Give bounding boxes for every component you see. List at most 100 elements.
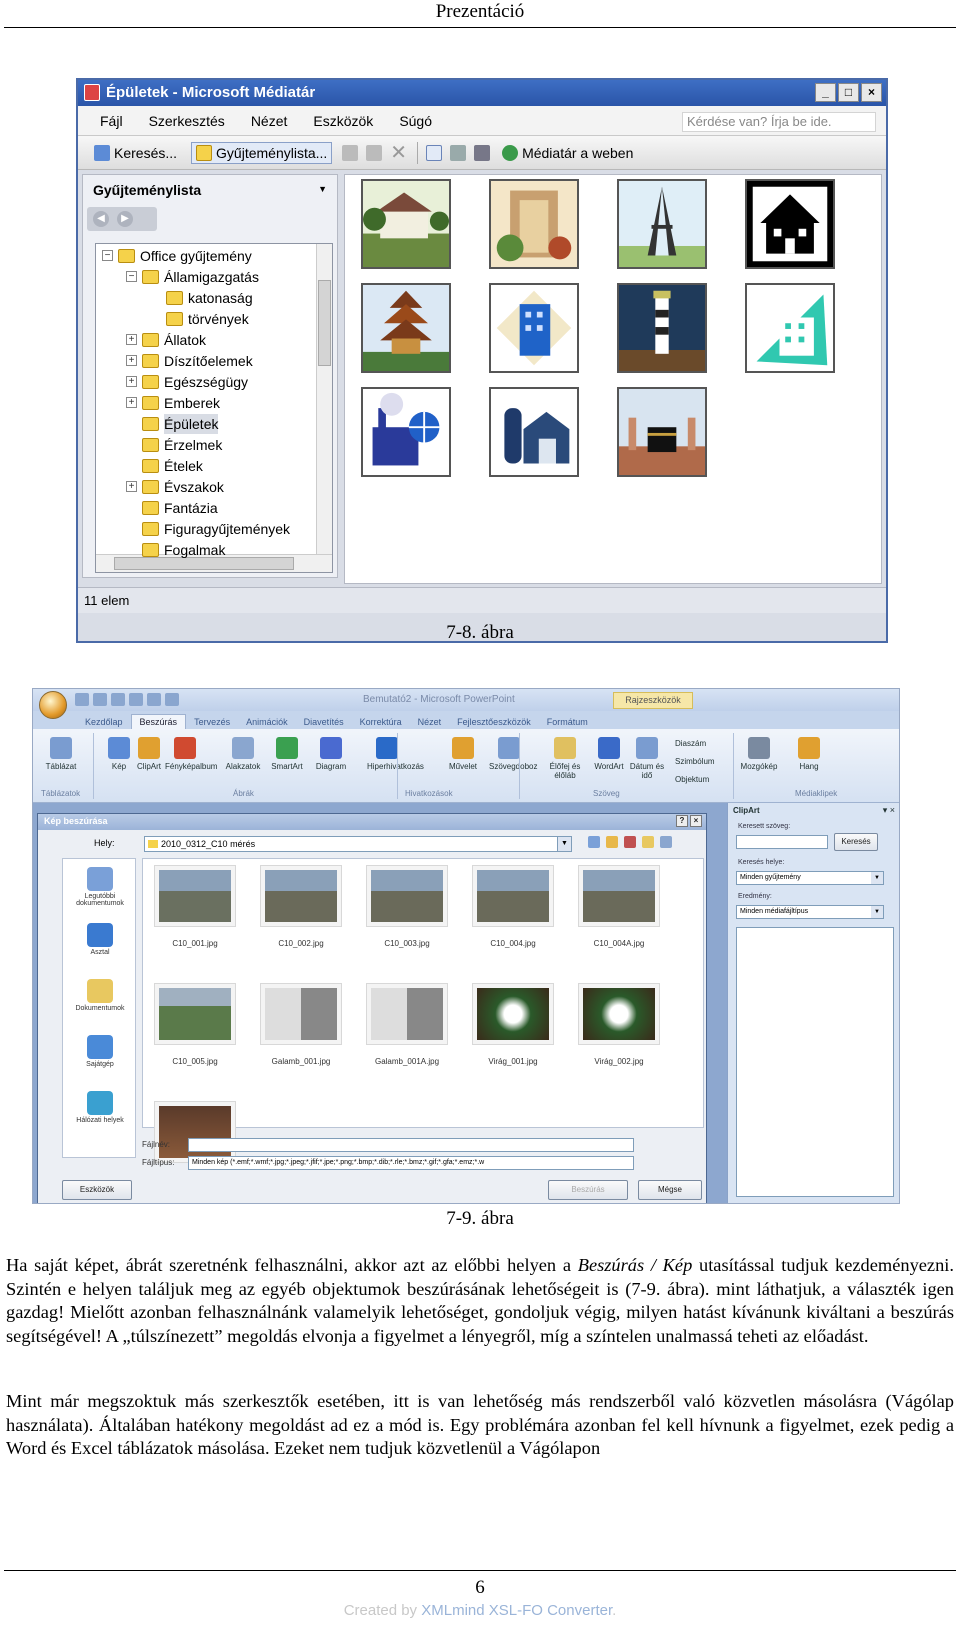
tree-expander[interactable]: + xyxy=(126,481,137,492)
insert-button[interactable]: Beszúrás xyxy=(548,1180,628,1200)
file-item[interactable]: C10_003.jpg xyxy=(359,865,455,948)
tree-expander[interactable]: + xyxy=(126,397,137,408)
factory-globe-clipart[interactable] xyxy=(361,387,451,477)
ribbon-tab[interactable]: Kezdőlap xyxy=(77,715,131,729)
tree-item[interactable]: Díszítőelemek xyxy=(142,351,253,371)
help-search-box[interactable]: Kérdése van? Írja be ide. xyxy=(682,112,876,132)
barn-silo-clipart[interactable] xyxy=(489,387,579,477)
ribbon-button[interactable]: Diagram xyxy=(311,737,351,771)
forward-icon[interactable]: ▶ xyxy=(117,211,133,227)
ribbon-button[interactable]: Élőfej és élőláb xyxy=(543,737,587,780)
ribbon-tab[interactable]: Diavetítés xyxy=(296,715,352,729)
open-icon[interactable] xyxy=(147,693,161,706)
ribbon-button[interactable]: Hiperhivatkozás xyxy=(367,737,424,771)
delete-icon[interactable] xyxy=(624,836,636,848)
teal-building-clipart[interactable] xyxy=(745,283,835,373)
location-select[interactable]: 2010_0312_C10 mérés ▼ xyxy=(144,836,572,852)
ribbon-tab[interactable]: Formátum xyxy=(539,715,596,729)
filetype-select[interactable]: Minden kép (*.emf;*.wmf;*.jpg;*.jpeg;*.j… xyxy=(188,1156,634,1170)
tree-item[interactable]: Fogalmak xyxy=(142,540,225,560)
office-button[interactable] xyxy=(39,691,67,719)
ribbon-button[interactable]: Fényképalbum xyxy=(165,737,217,771)
pagoda-clipart[interactable] xyxy=(361,283,451,373)
place-shortcut[interactable]: Dokumentumok xyxy=(63,979,137,1012)
tree-expander[interactable]: + xyxy=(126,334,137,345)
ribbon-button[interactable]: SmartArt xyxy=(267,737,307,771)
menu-file[interactable]: Fájl xyxy=(100,113,123,129)
file-item[interactable]: C10_005.jpg xyxy=(147,983,243,1066)
ribbon-button[interactable]: Hang xyxy=(789,737,829,771)
ribbon-tab[interactable]: Fejlesztőeszközök xyxy=(449,715,539,729)
place-shortcut[interactable]: Hálózati helyek xyxy=(63,1091,137,1124)
new-icon[interactable] xyxy=(165,693,179,706)
tree-item[interactable]: Office gyűjtemény xyxy=(118,246,252,266)
ribbon-button[interactable]: Szövegdoboz xyxy=(489,737,537,771)
close-button[interactable]: × xyxy=(690,815,702,827)
tree-item[interactable]: Épületek xyxy=(142,414,219,434)
ribbon-button[interactable]: Dátum és idő xyxy=(627,737,667,780)
file-item[interactable]: C10_004.jpg xyxy=(465,865,561,948)
close-icon[interactable]: ▾ × xyxy=(883,805,895,816)
tree-item[interactable]: törvények xyxy=(166,309,249,329)
house-silhouette-clipart[interactable] xyxy=(745,179,835,269)
house-clipart[interactable] xyxy=(361,179,451,269)
filename-input[interactable] xyxy=(188,1138,634,1152)
up-folder-icon[interactable] xyxy=(606,836,618,848)
file-item[interactable]: C10_002.jpg xyxy=(253,865,349,948)
undo-icon[interactable] xyxy=(93,693,107,706)
list-view-icon[interactable] xyxy=(450,144,467,161)
copy-icon[interactable] xyxy=(342,144,359,161)
place-shortcut[interactable]: Sajátgép xyxy=(63,1035,137,1068)
back-icon[interactable]: ◀ xyxy=(93,211,109,227)
paste-icon[interactable] xyxy=(366,144,383,161)
tree-expander[interactable]: − xyxy=(126,271,137,282)
tree-item[interactable]: Ételek xyxy=(142,456,203,476)
file-item[interactable]: C10_004A.jpg xyxy=(571,865,667,948)
ribbon-small-button[interactable]: Objektum xyxy=(675,775,709,784)
ribbon-button[interactable]: ClipArt xyxy=(129,737,169,771)
file-item[interactable]: Galamb_001.jpg xyxy=(253,983,349,1066)
web-gallery-button[interactable]: Médiatár a weben xyxy=(498,143,637,163)
back-icon[interactable] xyxy=(588,836,600,848)
ribbon-tab[interactable]: Tervezés xyxy=(186,715,238,729)
views-icon[interactable] xyxy=(660,836,672,848)
close-button[interactable]: × xyxy=(861,83,882,102)
tree-item[interactable]: katonaság xyxy=(166,288,253,308)
search-text-input[interactable] xyxy=(736,835,828,849)
cancel-button[interactable]: Mégse xyxy=(638,1180,702,1200)
tree-item[interactable]: Fantázia xyxy=(142,498,218,518)
lighthouse-clipart[interactable] xyxy=(617,283,707,373)
tree-item[interactable]: Egészségügy xyxy=(142,372,248,392)
tree-item[interactable]: Államigazgatás xyxy=(142,267,259,287)
ribbon-tab[interactable]: Korrektúra xyxy=(352,715,410,729)
ribbon-tab[interactable]: Nézet xyxy=(410,715,450,729)
ribbon-tab[interactable]: Beszúrás xyxy=(130,714,187,729)
tree-vertical-scrollbar[interactable] xyxy=(316,244,332,554)
search-button[interactable]: Keresés xyxy=(834,833,878,851)
ribbon-small-button[interactable]: Szimbólum xyxy=(675,757,715,766)
minimize-button[interactable]: _ xyxy=(815,83,836,102)
ribbon-button[interactable]: Táblázat xyxy=(41,737,81,771)
eiffel-tower-clipart[interactable] xyxy=(617,179,707,269)
file-item[interactable]: Galamb_001A.jpg xyxy=(359,983,455,1066)
tree-expander[interactable]: + xyxy=(126,355,137,366)
tree-item[interactable]: Állatok xyxy=(142,330,206,350)
print-icon[interactable] xyxy=(129,693,143,706)
ribbon-button[interactable]: Művelet xyxy=(441,737,485,771)
tree-item[interactable]: Figuragyűjtemények xyxy=(142,519,290,539)
tree-item[interactable]: Érzelmek xyxy=(142,435,222,455)
tree-expander[interactable]: − xyxy=(102,250,113,261)
menu-help[interactable]: Súgó xyxy=(399,113,432,129)
ribbon-button[interactable]: Alakzatok xyxy=(223,737,263,771)
tree-item[interactable]: Évszakok xyxy=(142,477,224,497)
kaaba-clipart[interactable] xyxy=(617,387,707,477)
place-shortcut[interactable]: Legutóbbi dokumentumok xyxy=(63,867,137,907)
save-icon[interactable] xyxy=(75,693,89,706)
menu-tools[interactable]: Eszközök xyxy=(313,113,373,129)
ribbon-button[interactable]: WordArt xyxy=(589,737,629,771)
menu-view[interactable]: Nézet xyxy=(251,113,288,129)
new-folder-icon[interactable] xyxy=(642,836,654,848)
file-item[interactable]: Virág_002.jpg xyxy=(571,983,667,1066)
file-item[interactable]: Virág_001.jpg xyxy=(465,983,561,1066)
ribbon-button[interactable]: Mozgókép xyxy=(739,737,779,771)
